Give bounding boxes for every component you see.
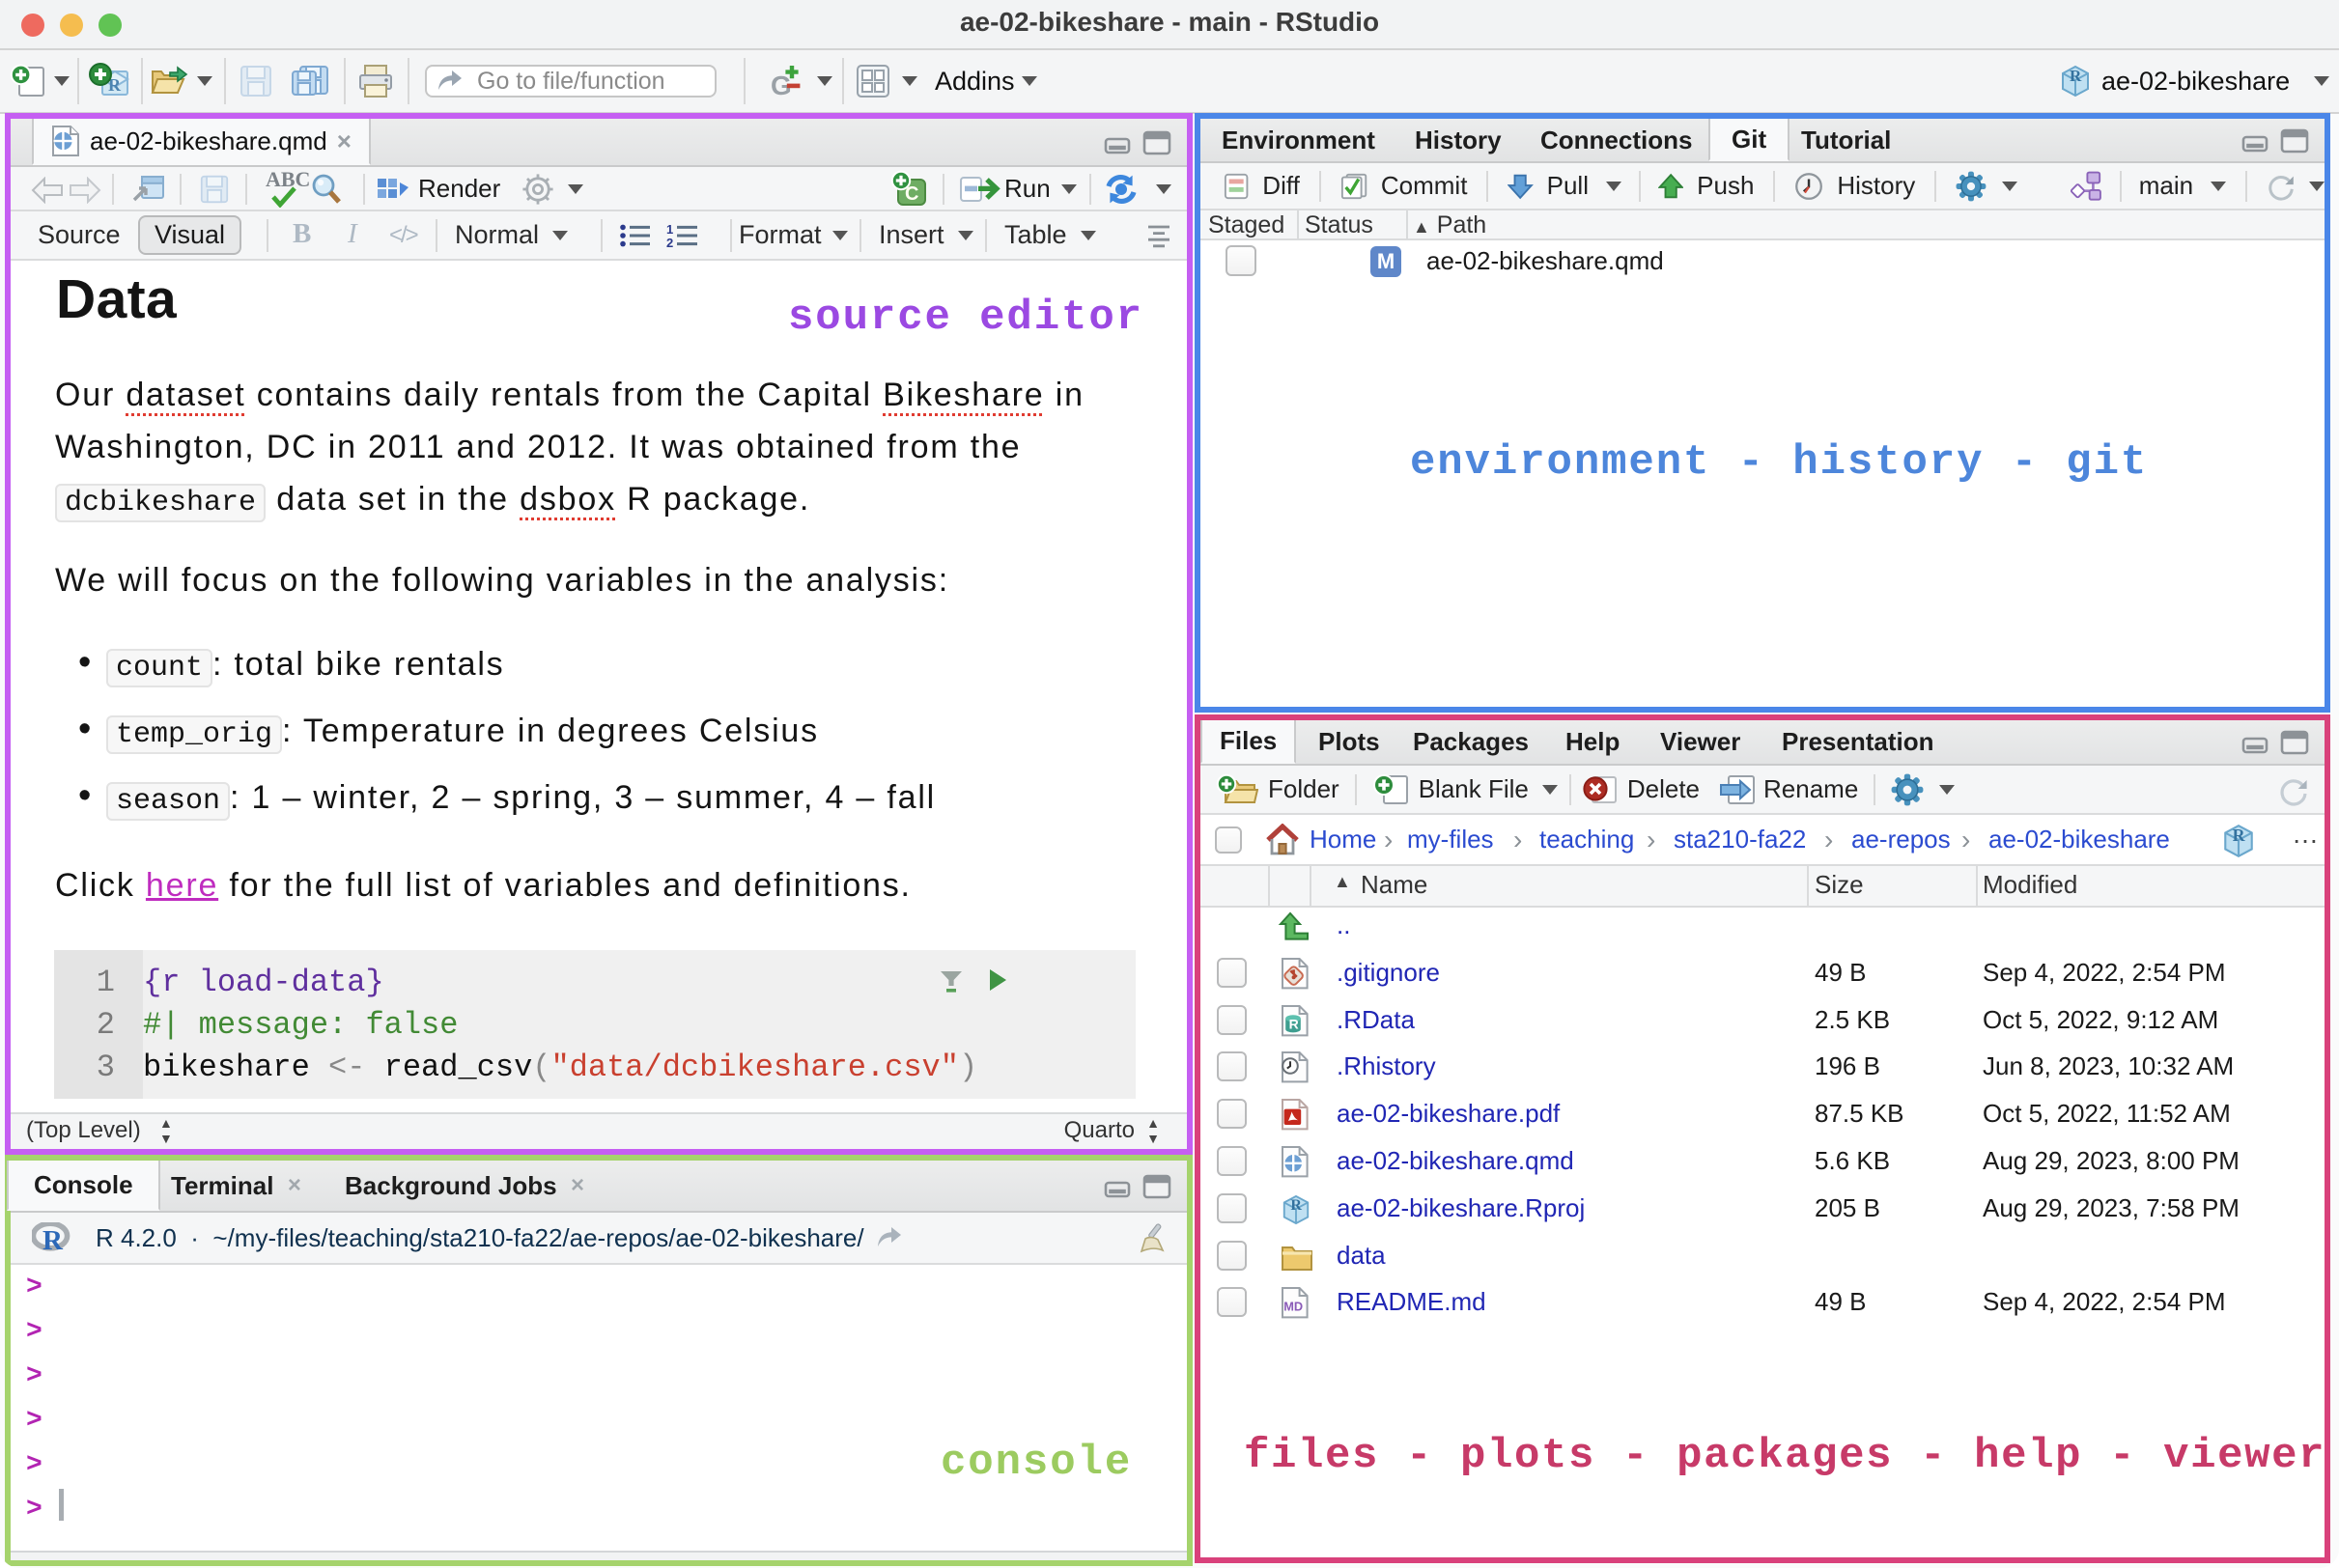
svg-text:MD: MD: [1283, 1300, 1303, 1314]
svg-text:1: 1: [666, 223, 673, 237]
svg-text:R: R: [2233, 826, 2246, 845]
svg-text:R: R: [1290, 1197, 1302, 1214]
svg-text:R: R: [2070, 67, 2082, 85]
svg-text:R: R: [1289, 1016, 1299, 1031]
svg-text:2: 2: [666, 236, 673, 248]
svg-text:R: R: [42, 1225, 64, 1253]
